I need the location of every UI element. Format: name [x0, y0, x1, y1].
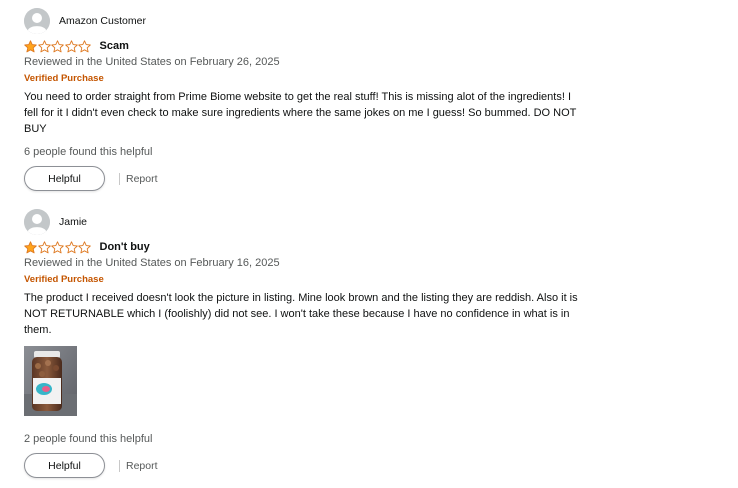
star-filled-icon — [24, 39, 37, 52]
star-filled-icon — [24, 240, 37, 253]
review-date: Reviewed in the United States on Februar… — [24, 56, 280, 68]
helpful-button[interactable]: Helpful — [24, 166, 105, 191]
star-empty-icon — [37, 240, 51, 253]
review-image-thumbnail[interactable] — [24, 346, 77, 416]
review-card: Jamie Don't buy Reviewed in the United S… — [24, 209, 584, 478]
reviewer-profile[interactable]: Jamie — [24, 209, 584, 235]
review-actions: Helpful Report — [24, 166, 584, 191]
review-card: Amazon Customer Scam Reviewed in the Uni… — [24, 8, 584, 191]
avatar-icon — [24, 8, 50, 34]
review-title[interactable]: Scam — [100, 40, 129, 52]
review-body: The product I received doesn't look the … — [24, 292, 578, 336]
star-rating[interactable] — [24, 240, 92, 254]
reviewer-profile[interactable]: Amazon Customer — [24, 8, 584, 34]
report-link[interactable]: Report — [126, 173, 158, 185]
star-empty-icon — [78, 240, 91, 253]
review-body: You need to order straight from Prime Bi… — [24, 91, 577, 135]
helpful-button[interactable]: Helpful — [24, 453, 105, 478]
avatar-icon — [24, 209, 50, 235]
action-divider — [119, 459, 120, 472]
star-empty-icon — [78, 39, 91, 52]
star-empty-icon — [64, 240, 78, 253]
verified-purchase-badge: Verified Purchase — [24, 73, 104, 84]
star-empty-icon — [37, 39, 51, 52]
star-empty-icon — [51, 240, 64, 253]
reviewer-name: Amazon Customer — [59, 15, 146, 27]
review-date: Reviewed in the United States on Februar… — [24, 257, 280, 269]
verified-purchase-badge: Verified Purchase — [24, 274, 104, 285]
review-title[interactable]: Don't buy — [100, 241, 150, 253]
action-divider — [119, 172, 120, 185]
star-empty-icon — [64, 39, 78, 52]
reviewer-name: Jamie — [59, 216, 88, 228]
star-rating[interactable] — [24, 39, 92, 53]
star-empty-icon — [51, 39, 64, 52]
report-link[interactable]: Report — [126, 460, 158, 472]
helpful-count: 6 people found this helpful — [24, 146, 153, 158]
helpful-count: 2 people found this helpful — [24, 433, 153, 445]
review-actions: Helpful Report — [24, 453, 584, 478]
